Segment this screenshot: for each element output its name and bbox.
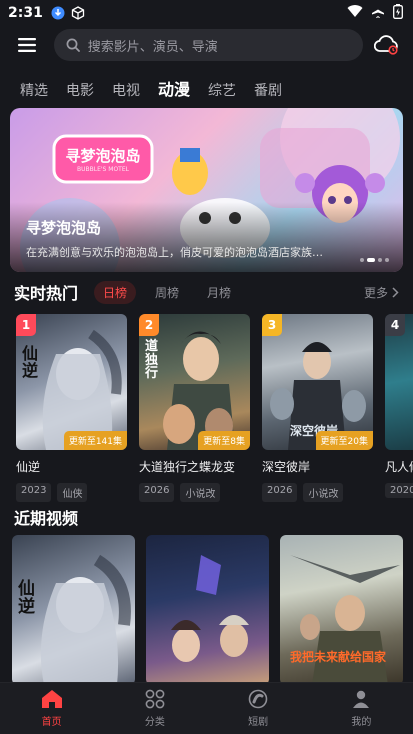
chevron-right-icon	[392, 286, 399, 298]
update-badge: 更新至8集	[198, 431, 250, 450]
nav-profile-label: 我的	[351, 717, 372, 728]
category-icon	[145, 689, 165, 709]
top-bar: 搜索影片、演员、导演	[0, 28, 413, 62]
poster: 4	[385, 314, 413, 450]
pagination-dot	[360, 258, 364, 262]
tab-variety[interactable]: 综艺	[208, 80, 236, 100]
banner-logo-text: 寻梦泡泡岛	[65, 147, 141, 165]
hamburger-menu-icon	[17, 38, 36, 52]
rank-tabs: 日榜 周榜 月榜	[94, 280, 240, 304]
recent-section-title: 近期视频	[14, 509, 79, 528]
poster: 道独行 2 更新至8集	[139, 314, 250, 450]
list-item[interactable]: 4 凡人修 2020	[385, 314, 413, 502]
hot-list: 仙逆 1 更新至141集 仙逆 2023 仙侠 道独行 2 更新至8集 大道独行…	[16, 314, 413, 502]
update-badge: 更新至141集	[63, 431, 127, 450]
airplane-icon	[371, 4, 385, 22]
tab-bangumi[interactable]: 番剧	[254, 80, 282, 100]
tab-movies[interactable]: 电影	[66, 80, 94, 100]
rank-badge: 4	[385, 314, 405, 336]
nav-short-drama[interactable]: 短剧	[228, 689, 288, 728]
recent-list: 仙逆 我把未来献给国家	[12, 535, 403, 685]
year-tag: 2026	[139, 483, 175, 502]
item-tags: 2023 仙侠	[16, 483, 127, 502]
nav-category-label: 分类	[144, 717, 165, 728]
download-notification-icon	[51, 6, 65, 20]
cloud-sync-button[interactable]	[373, 32, 399, 58]
rank-badge: 2	[139, 314, 159, 336]
nav-home-label: 首页	[41, 717, 62, 728]
poster-art-text: 仙逆	[22, 344, 39, 380]
poster-art-text: 仙逆	[18, 579, 35, 617]
list-item[interactable]: 深空彼岸 3 更新至20集 深空彼岸 2026 小说改	[262, 314, 373, 502]
genre-tag: 小说改	[180, 483, 221, 502]
status-time: 2:31	[8, 5, 43, 21]
tab-tv[interactable]: 电视	[112, 80, 140, 100]
recent-video-card[interactable]: 我把未来献给国家	[280, 535, 403, 685]
status-bar: 2:31	[0, 0, 413, 26]
nav-home[interactable]: 首页	[22, 689, 82, 728]
search-icon	[66, 38, 80, 52]
rank-badge: 3	[262, 314, 282, 336]
featured-banner[interactable]: 寻梦泡泡岛 BUBBLE'S MOTEL 寻梦泡泡岛 在充满创意与欢乐的泡泡岛上…	[10, 108, 403, 272]
home-icon	[41, 690, 62, 708]
banner-logo: 寻梦泡泡岛 BUBBLE'S MOTEL	[54, 136, 152, 182]
rank-tab-monthly[interactable]: 月榜	[198, 281, 240, 304]
item-title: 深空彼岸	[262, 460, 311, 474]
poster-art	[171, 555, 249, 662]
pagination-dot-active	[367, 258, 375, 262]
category-tabs: 精选 电影 电视 动漫 综艺 番剧	[20, 76, 282, 100]
bottom-nav: 首页 分类 短剧 我的	[0, 682, 413, 734]
nav-profile[interactable]: 我的	[331, 689, 391, 728]
poster-art-text: 道独行	[145, 339, 159, 382]
year-tag: 2023	[16, 483, 52, 502]
rank-tab-daily[interactable]: 日榜	[94, 280, 137, 304]
banner-pagination	[360, 258, 389, 262]
more-button[interactable]: 更多	[364, 284, 399, 301]
pagination-dot	[378, 258, 382, 262]
banner-logo-subtext: BUBBLE'S MOTEL	[77, 166, 129, 173]
item-tags: 2026 小说改	[262, 483, 373, 502]
item-title: 凡人修	[385, 460, 413, 474]
pagination-dot	[385, 258, 389, 262]
year-tag: 2026	[262, 483, 298, 502]
item-title: 大道独行之蝶龙变	[139, 460, 236, 474]
tab-featured[interactable]: 精选	[20, 80, 48, 100]
list-item[interactable]: 道独行 2 更新至8集 大道独行之蝶龙变 2026 小说改	[139, 314, 250, 502]
search-placeholder: 搜索影片、演员、导演	[87, 39, 218, 55]
wifi-icon	[347, 4, 363, 22]
update-badge: 更新至20集	[315, 431, 373, 450]
rank-badge: 1	[16, 314, 36, 336]
profile-icon	[353, 690, 370, 708]
rank-tab-weekly[interactable]: 周榜	[146, 281, 188, 304]
recent-video-card[interactable]	[146, 535, 269, 685]
list-item[interactable]: 仙逆 1 更新至141集 仙逆 2023 仙侠	[16, 314, 127, 502]
item-tags: 2026 小说改	[139, 483, 250, 502]
nav-short-drama-label: 短剧	[248, 717, 269, 728]
banner-title: 寻梦泡泡岛	[26, 219, 102, 237]
poster-art-text: 我把未来献给国家	[290, 650, 387, 664]
battery-icon	[393, 3, 403, 23]
banner-description: 在充满创意与欢乐的泡泡岛上，俏皮可爱的泡泡岛酒店家族…	[26, 246, 323, 259]
poster: 仙逆 1 更新至141集	[16, 314, 127, 450]
tab-anime[interactable]: 动漫	[158, 76, 190, 100]
item-tags: 2020	[385, 483, 413, 498]
cloud-sync-icon	[374, 35, 398, 55]
poster: 深空彼岸 3 更新至20集	[262, 314, 373, 450]
genre-tag: 小说改	[303, 483, 344, 502]
genre-tag: 仙侠	[57, 483, 88, 502]
nav-category[interactable]: 分类	[125, 689, 185, 728]
short-drama-icon	[248, 689, 268, 709]
item-title: 仙逆	[16, 460, 41, 474]
search-input[interactable]: 搜索影片、演员、导演	[53, 29, 364, 61]
cube-notification-icon	[71, 6, 85, 20]
hot-section-header: 实时热门 日榜 周榜 月榜 更多	[14, 280, 399, 304]
year-tag: 2020	[385, 483, 413, 498]
more-label: 更多	[363, 285, 388, 300]
menu-button[interactable]	[14, 32, 40, 58]
hot-section-title: 实时热门	[14, 284, 79, 303]
recent-video-card[interactable]: 仙逆	[12, 535, 135, 685]
